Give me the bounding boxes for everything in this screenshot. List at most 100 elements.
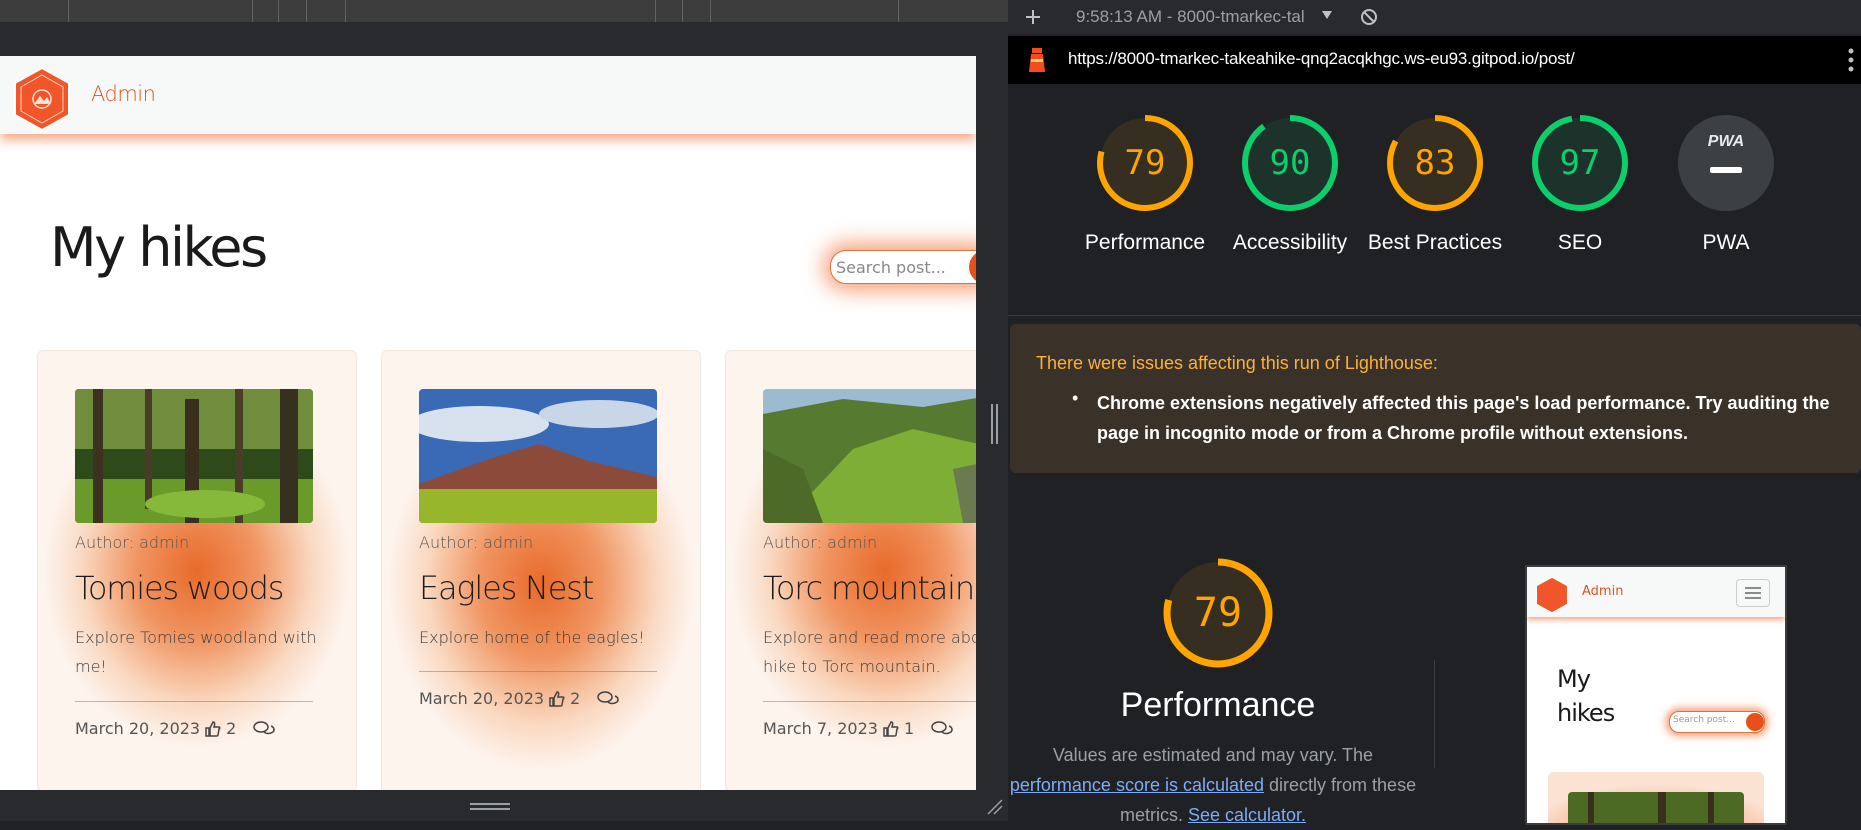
post-image[interactable] [419,389,657,523]
post-card[interactable]: Author: admin Torc mountain Explore and … [725,350,976,790]
panel-splitter-icon[interactable] [989,404,1001,444]
post-image[interactable] [75,389,313,523]
plus-icon[interactable] [1024,8,1042,26]
gauge-pwa[interactable]: PWA [1676,113,1776,213]
divider [1434,660,1435,768]
toolbar-divider [898,0,899,22]
toolbar-divider [710,0,711,22]
more-options-icon[interactable] [1848,48,1854,72]
post-author: Author: admin [75,533,190,552]
comments-icon[interactable] [596,690,620,708]
device-emulator: Admin My hikes Au [0,0,1008,821]
post-description: Explore and read more about hike to Torc… [763,628,976,676]
card-divider [75,701,313,702]
lighthouse-toolbar: 9:58:13 AM - 8000-tmarkec-tal [1008,0,1861,34]
card-divider [419,671,657,672]
lighthouse-icon [1029,48,1045,72]
card-divider [763,701,976,702]
report-url[interactable]: https://8000-tmarkec-takeahike-qnq2acqkh… [1068,49,1575,69]
gauge-best-practices[interactable]: 83 [1385,113,1485,213]
resize-corner-icon[interactable] [986,798,1004,816]
comments-icon[interactable] [252,720,276,738]
toolbar-divider [345,0,346,22]
thumbs-up-icon[interactable] [882,720,900,738]
post-author: Author: admin [763,533,878,552]
post-author: Author: admin [419,533,534,552]
search-box [830,250,976,284]
page-screenshot-thumbnail[interactable]: Admin My hikes Search post... [1525,565,1787,825]
like-count: 2 [226,719,237,738]
page-viewport: Admin My hikes Au [0,56,976,790]
description-text: Values are estimated and may vary. The [1052,745,1374,765]
lighthouse-panel: 9:58:13 AM - 8000-tmarkec-tal https://80… [1008,0,1861,825]
gauge-performance[interactable]: 79 [1095,113,1195,213]
gauge-score: 83 [1414,143,1456,183]
drag-handle-icon[interactable] [470,802,510,812]
hamburger-menu-icon [1736,579,1770,607]
post-meta: March 7, 2023 1 [763,719,958,738]
see-calculator-link[interactable]: See calculator. [1188,805,1306,825]
search-icon [1746,713,1764,731]
thumbnail-navbar: Admin [1527,567,1785,617]
bullet-icon: • [1072,388,1079,408]
post-meta: March 20, 2023 2 [75,719,280,738]
gauge-score: 97 [1559,143,1601,183]
thumbnail-brand: Admin [1582,584,1624,599]
toolbar-divider [68,0,69,22]
gauge-score: 90 [1269,143,1311,183]
toolbar-divider [306,0,307,22]
performance-heading: Performance [1120,686,1316,724]
warning-box: There were issues affecting this run of … [1010,324,1861,473]
toolbar-divider [655,0,656,22]
thumbs-up-icon[interactable] [204,720,222,738]
performance-score: 79 [1193,590,1243,636]
report-selector[interactable]: 9:58:13 AM - 8000-tmarkec-tal [1076,7,1305,27]
thumbnail-search: Search post... [1669,711,1765,733]
thumbnail-title: My hikes [1557,665,1615,727]
thumbnail-search-placeholder: Search post... [1673,715,1735,725]
logo-icon[interactable] [11,66,73,132]
post-description: Explore home of the eagles! [419,628,645,647]
post-title[interactable]: Torc mountain [763,569,975,607]
like-count: 1 [903,719,915,738]
search-button[interactable] [969,251,976,283]
post-title[interactable]: Eagles Nest [419,569,594,607]
divider [1008,315,1861,316]
clear-icon[interactable] [1360,8,1378,26]
gauge-accessibility[interactable]: 90 [1240,113,1340,213]
toolbar-divider [252,0,253,22]
chevron-down-icon[interactable] [1321,10,1333,20]
post-meta: March 20, 2023 2 [419,689,624,708]
gauge-label: PWA [1702,231,1750,254]
gauge-seo[interactable]: 97 [1530,113,1630,213]
post-card[interactable]: Author: admin Tomies woods Explore Tomie… [37,350,357,790]
thumbnail-card [1548,772,1764,823]
post-card[interactable]: Author: admin Eagles Nest Explore home o… [381,350,701,790]
logo-icon [1535,576,1569,614]
pwa-badge-text: PWA [1707,133,1745,150]
post-date: March 7, 2023 [763,719,878,738]
thumbnail-card-image [1568,792,1744,823]
device-toolbar [0,0,1008,22]
brand-link[interactable]: Admin [91,82,156,106]
toolbar-divider [278,0,279,22]
comments-icon[interactable] [930,720,954,738]
post-date: March 20, 2023 [75,719,201,738]
like-count: 2 [570,689,581,708]
url-bar: https://8000-tmarkec-takeahike-qnq2acqkh… [1008,36,1861,84]
page-title: My hikes [50,216,268,279]
post-date: March 20, 2023 [419,689,545,708]
post-title[interactable]: Tomies woods [75,569,284,607]
warning-title: There were issues affecting this run of … [1036,353,1438,373]
post-description: Explore Tomies woodland with me! [75,628,317,676]
gauge-score: 79 [1124,143,1166,183]
warning-item: Chrome extensions negatively affected th… [1097,393,1830,443]
performance-description: Values are estimated and may vary. The p… [1008,740,1418,830]
gauge-label: SEO [1557,231,1603,254]
post-image[interactable] [763,389,976,523]
thumbs-up-icon[interactable] [548,690,566,708]
search-input[interactable] [834,252,968,282]
score-calculation-link[interactable]: performance score is calculated [1010,775,1264,795]
navbar: Admin [0,56,976,134]
toolbar-divider [682,0,683,22]
